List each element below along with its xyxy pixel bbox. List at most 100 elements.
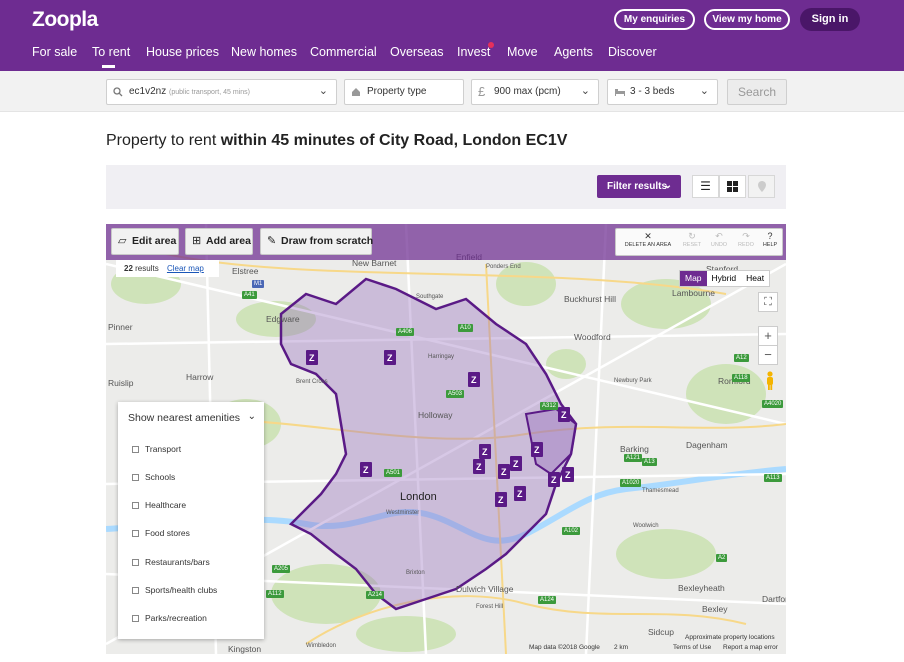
zoom-out-button[interactable]: − (758, 345, 778, 365)
fullscreen-icon[interactable]: ⛶ (758, 292, 778, 312)
svg-text:Z: Z (534, 445, 540, 455)
zoopla-logo[interactable]: Zoopla (32, 8, 98, 32)
checkbox[interactable] (132, 615, 139, 622)
svg-text:Z: Z (309, 353, 315, 363)
place-label: Wimbledon (306, 643, 337, 649)
nav-commercial[interactable]: Commercial (310, 45, 377, 59)
property-type-select[interactable]: Property type (344, 79, 464, 105)
bed-icon (614, 80, 626, 105)
map-view[interactable]: ZZZ ZZZ ZZZ ZZZ ZZ Elstree New Barnet En… (106, 224, 786, 654)
place-label: Lambourne (672, 288, 716, 298)
checkbox[interactable] (132, 587, 139, 594)
chevron-down-icon: ⌄ (663, 180, 672, 191)
pencil-icon: ✎ (267, 235, 277, 247)
svg-text:Z: Z (363, 465, 369, 475)
place-label: Thamesmead (642, 488, 679, 494)
chevron-down-icon[interactable]: ⌄ (248, 411, 256, 422)
road-label: A10 (458, 324, 473, 332)
place-label: Woodford (574, 332, 611, 342)
drawing-toolbar: ▱ Edit area ⊞ Add area ✎ Draw from scrat… (106, 224, 786, 260)
filter-results-label: Filter results (607, 181, 668, 192)
place-label: Southgate (416, 294, 444, 300)
report-map-error-link[interactable]: Report a map error (723, 644, 778, 651)
terms-of-use-link[interactable]: Terms of Use (673, 644, 711, 651)
title-location: within 45 minutes of City Road, London E… (220, 132, 568, 149)
amenity-restaurants-bars[interactable]: Restaurants/bars (132, 557, 210, 567)
road-label: A112 (266, 590, 284, 598)
amenity-parks-recreation[interactable]: Parks/recreation (132, 613, 207, 623)
place-label: Kingston (228, 644, 262, 654)
road-label: A503 (446, 390, 465, 398)
sign-in-button[interactable]: Sign in (800, 8, 860, 31)
redo-button[interactable]: ↷ REDO (733, 231, 759, 249)
draw-from-scratch-button[interactable]: ✎ Draw from scratch (260, 228, 373, 255)
amenity-schools[interactable]: Schools (132, 472, 175, 482)
road-label: A2 (716, 554, 728, 562)
nav-for-sale[interactable]: For sale (32, 45, 77, 59)
reset-button[interactable]: ↻ RESET (679, 231, 705, 249)
nav-discover[interactable]: Discover (608, 45, 657, 59)
amenities-panel: Show nearest amenities ⌄ Transport Schoo… (118, 402, 264, 639)
place-label: Westminster (386, 510, 420, 516)
clear-map-link[interactable]: Clear map (167, 264, 204, 273)
place-label: Newbury Park (614, 378, 652, 384)
close-icon: ✕ (644, 231, 652, 241)
help-button[interactable]: ? HELP (759, 231, 781, 249)
amenity-food-stores[interactable]: Food stores (132, 528, 190, 538)
checkbox[interactable] (132, 446, 139, 453)
active-nav-indicator (102, 65, 115, 68)
nav-move[interactable]: Move (507, 45, 538, 59)
price-select[interactable]: £ 900 max (pcm) ⌄ (471, 79, 599, 105)
nav-agents[interactable]: Agents (554, 45, 593, 59)
view-my-home-button[interactable]: View my home (704, 9, 790, 30)
svg-text:Z: Z (513, 459, 519, 469)
svg-text:Z: Z (387, 353, 393, 363)
location-input[interactable]: ec1v2nz (public transport, 45 mins) ⌄ (106, 79, 337, 105)
nav-overseas[interactable]: Overseas (390, 45, 444, 59)
amenities-title[interactable]: Show nearest amenities (128, 412, 240, 424)
place-label: Elstree (232, 266, 259, 276)
checkbox[interactable] (132, 502, 139, 509)
map-type-heat[interactable]: Heat (741, 271, 769, 286)
place-label: Woolwich (633, 523, 659, 529)
checkbox[interactable] (132, 559, 139, 566)
add-area-button[interactable]: ⊞ Add area (185, 228, 253, 255)
place-label: Ruislip (108, 378, 134, 388)
help-icon: ? (767, 231, 773, 241)
road-label: A121 (624, 454, 643, 462)
nav-invest[interactable]: Invest (457, 45, 490, 59)
place-label: Sidcup (648, 627, 674, 637)
edit-area-button[interactable]: ▱ Edit area (111, 228, 179, 255)
list-view-icon[interactable]: ☰ (692, 175, 719, 198)
nav-to-rent[interactable]: To rent (92, 45, 130, 59)
map-type-map[interactable]: Map (680, 271, 707, 286)
beds-select[interactable]: 3 - 3 beds ⌄ (607, 79, 718, 105)
street-view-pegman-icon[interactable] (764, 371, 776, 391)
map-type-hybrid[interactable]: Hybrid (707, 271, 742, 286)
road-label: A118 (732, 374, 750, 382)
checkbox[interactable] (132, 530, 139, 537)
undo-button[interactable]: ↶ UNDO (706, 231, 732, 249)
grid-view-icon[interactable] (719, 175, 746, 198)
amenity-transport[interactable]: Transport (132, 444, 181, 454)
my-enquiries-button[interactable]: My enquiries (614, 9, 695, 30)
filter-results-button[interactable]: Filter results ⌄ (597, 175, 681, 198)
location-value: ec1v2nz (129, 86, 167, 97)
nav-new-homes[interactable]: New homes (231, 45, 297, 59)
svg-text:Z: Z (561, 410, 567, 420)
place-label: Buckhurst Hill (564, 294, 616, 304)
place-label: Bexley (702, 604, 728, 614)
zoom-in-button[interactable]: + (758, 326, 778, 346)
results-count: 22 (124, 264, 133, 273)
map-pin-icon[interactable] (748, 175, 775, 198)
top-navigation-bar: Zoopla My enquiries View my home Sign in… (0, 0, 904, 71)
road-label: A406 (396, 328, 415, 336)
amenity-sports-health-clubs[interactable]: Sports/health clubs (132, 585, 217, 595)
amenity-healthcare[interactable]: Healthcare (132, 500, 186, 510)
checkbox[interactable] (132, 474, 139, 481)
nav-house-prices[interactable]: House prices (146, 45, 219, 59)
map-scale: 2 km (614, 644, 629, 651)
search-button[interactable]: Search (727, 79, 787, 105)
search-bar: ec1v2nz (public transport, 45 mins) ⌄ Pr… (0, 71, 904, 112)
delete-area-button[interactable]: ✕ DELETE AN AREA (618, 231, 678, 249)
